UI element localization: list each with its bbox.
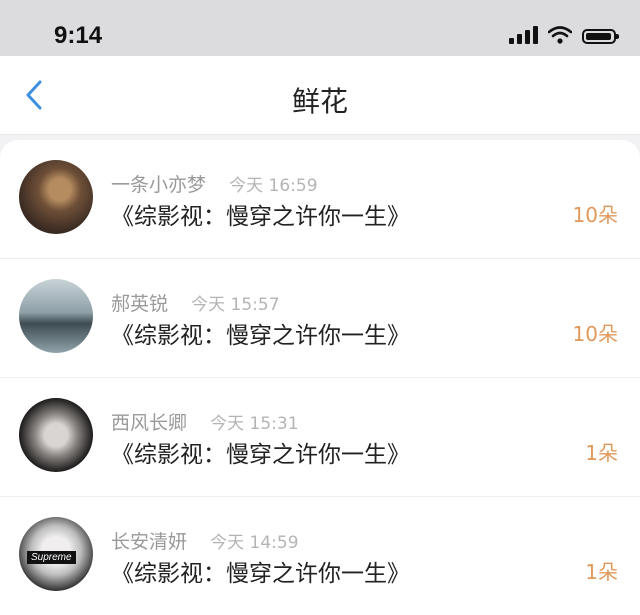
list-item[interactable]: 西风长卿 今天 15:31 《综影视：慢穿之许你一生》 1朵 (0, 378, 640, 497)
flower-count: 1朵 (585, 560, 618, 584)
username[interactable]: 一条小亦梦 (111, 174, 206, 196)
status-icons (509, 26, 619, 44)
list-item[interactable]: Supreme 长安清妍 今天 14:59 《综影视：慢穿之许你一生》 1朵 (0, 497, 640, 615)
avatar[interactable]: Supreme (19, 517, 93, 591)
wifi-icon (548, 26, 572, 44)
nav-bar: 鲜花 (0, 56, 640, 135)
username[interactable]: 长安清妍 (111, 531, 187, 553)
flower-count: 1朵 (585, 441, 618, 465)
book-title: 《综影视：慢穿之许你一生》 (111, 323, 410, 349)
item-meta: 长安清妍 今天 14:59 (111, 527, 299, 554)
item-meta: 西风长卿 今天 15:31 (111, 408, 299, 435)
status-time: 9:14 (54, 22, 103, 49)
signal-icon (509, 26, 538, 44)
username[interactable]: 郝英锐 (111, 293, 168, 315)
username[interactable]: 西风长卿 (111, 412, 187, 434)
page-title: 鲜花 (291, 85, 348, 118)
list-item[interactable]: 郝英锐 今天 15:57 《综影视：慢穿之许你一生》 10朵 (0, 259, 640, 378)
timestamp: 今天 15:57 (191, 295, 280, 315)
avatar-logo-text: Supreme (27, 551, 76, 564)
avatar[interactable] (19, 398, 93, 472)
item-meta: 一条小亦梦 今天 16:59 (111, 170, 318, 197)
status-bar: 9:14 (0, 0, 640, 56)
flower-count: 10朵 (572, 322, 618, 346)
flower-count: 10朵 (572, 203, 618, 227)
book-title: 《综影视：慢穿之许你一生》 (111, 561, 410, 587)
timestamp: 今天 16:59 (229, 176, 318, 196)
timestamp: 今天 15:31 (210, 414, 299, 434)
list-item[interactable]: 一条小亦梦 今天 16:59 《综影视：慢穿之许你一生》 10朵 (0, 140, 640, 259)
flower-gift-list: 一条小亦梦 今天 16:59 《综影视：慢穿之许你一生》 10朵 郝英锐 今天 … (0, 140, 640, 615)
book-title: 《综影视：慢穿之许你一生》 (111, 204, 410, 230)
book-title: 《综影视：慢穿之许你一生》 (111, 442, 410, 468)
timestamp: 今天 14:59 (210, 533, 299, 553)
battery-icon (582, 29, 619, 44)
avatar[interactable] (19, 160, 93, 234)
item-meta: 郝英锐 今天 15:57 (111, 289, 280, 316)
avatar[interactable] (19, 279, 93, 353)
